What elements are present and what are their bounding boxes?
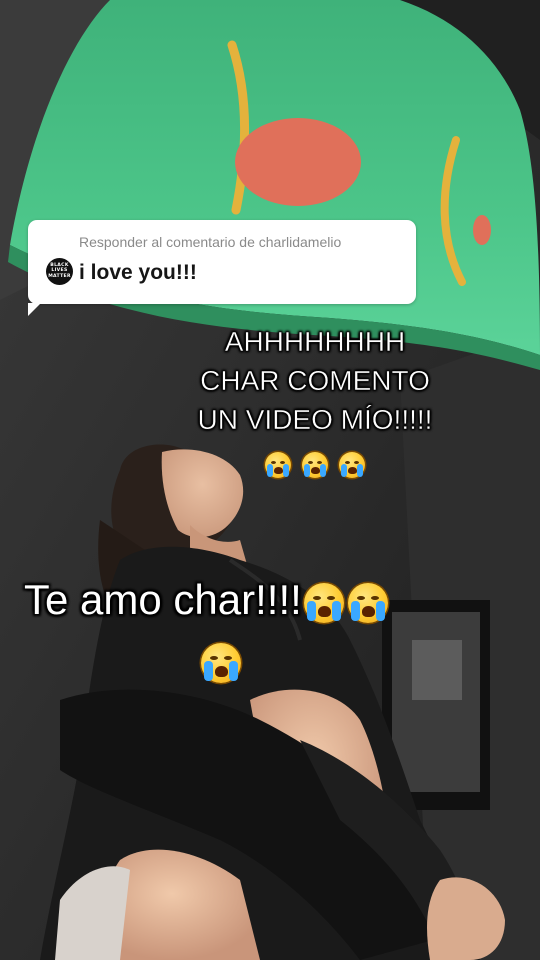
loudly-crying-face-icon — [338, 451, 365, 478]
reply-comment-bubble[interactable]: Responder al comentario de charlidamelio… — [28, 220, 416, 316]
loudly-crying-face-icon — [265, 451, 292, 478]
loudly-crying-face-icon — [302, 451, 328, 478]
bubble-tail — [28, 303, 41, 316]
lamp-red-small-dot — [473, 215, 491, 245]
avatar-seal-text: BLACK LIVES MATTER — [48, 263, 71, 279]
lamp-red-dot — [235, 118, 361, 206]
video-frame[interactable]: Responder al comentario de charlidamelio… — [0, 0, 540, 960]
black-lives-matter-avatar-icon[interactable]: BLACK LIVES MATTER — [46, 258, 73, 285]
caption-top-line-1: AHHHHHHHH — [224, 326, 406, 357]
reply-comment-text: i love you!!! — [79, 261, 197, 284]
loudly-crying-face-icon — [303, 582, 344, 623]
caption-main-line-1: Te amo char!!!! — [24, 570, 434, 630]
caption-top-line-2: CHAR COMENTO — [200, 365, 430, 396]
caption-main-line-2 — [24, 630, 434, 690]
caption-top-line-3: UN VIDEO MÍO!!!!! — [197, 404, 433, 435]
loudly-crying-face-icon — [201, 642, 241, 683]
caption-top: AHHHHHHHH CHAR COMENTO UN VIDEO MÍO!!!!! — [150, 322, 480, 482]
caption-main-text: Te amo char!!!! — [24, 576, 302, 623]
caption-main: Te amo char!!!! — [24, 570, 434, 690]
loudly-crying-face-icon — [347, 582, 388, 623]
reply-header-label: Responder al comentario de charlidamelio — [79, 234, 342, 250]
caption-top-emoji-row — [150, 443, 480, 482]
